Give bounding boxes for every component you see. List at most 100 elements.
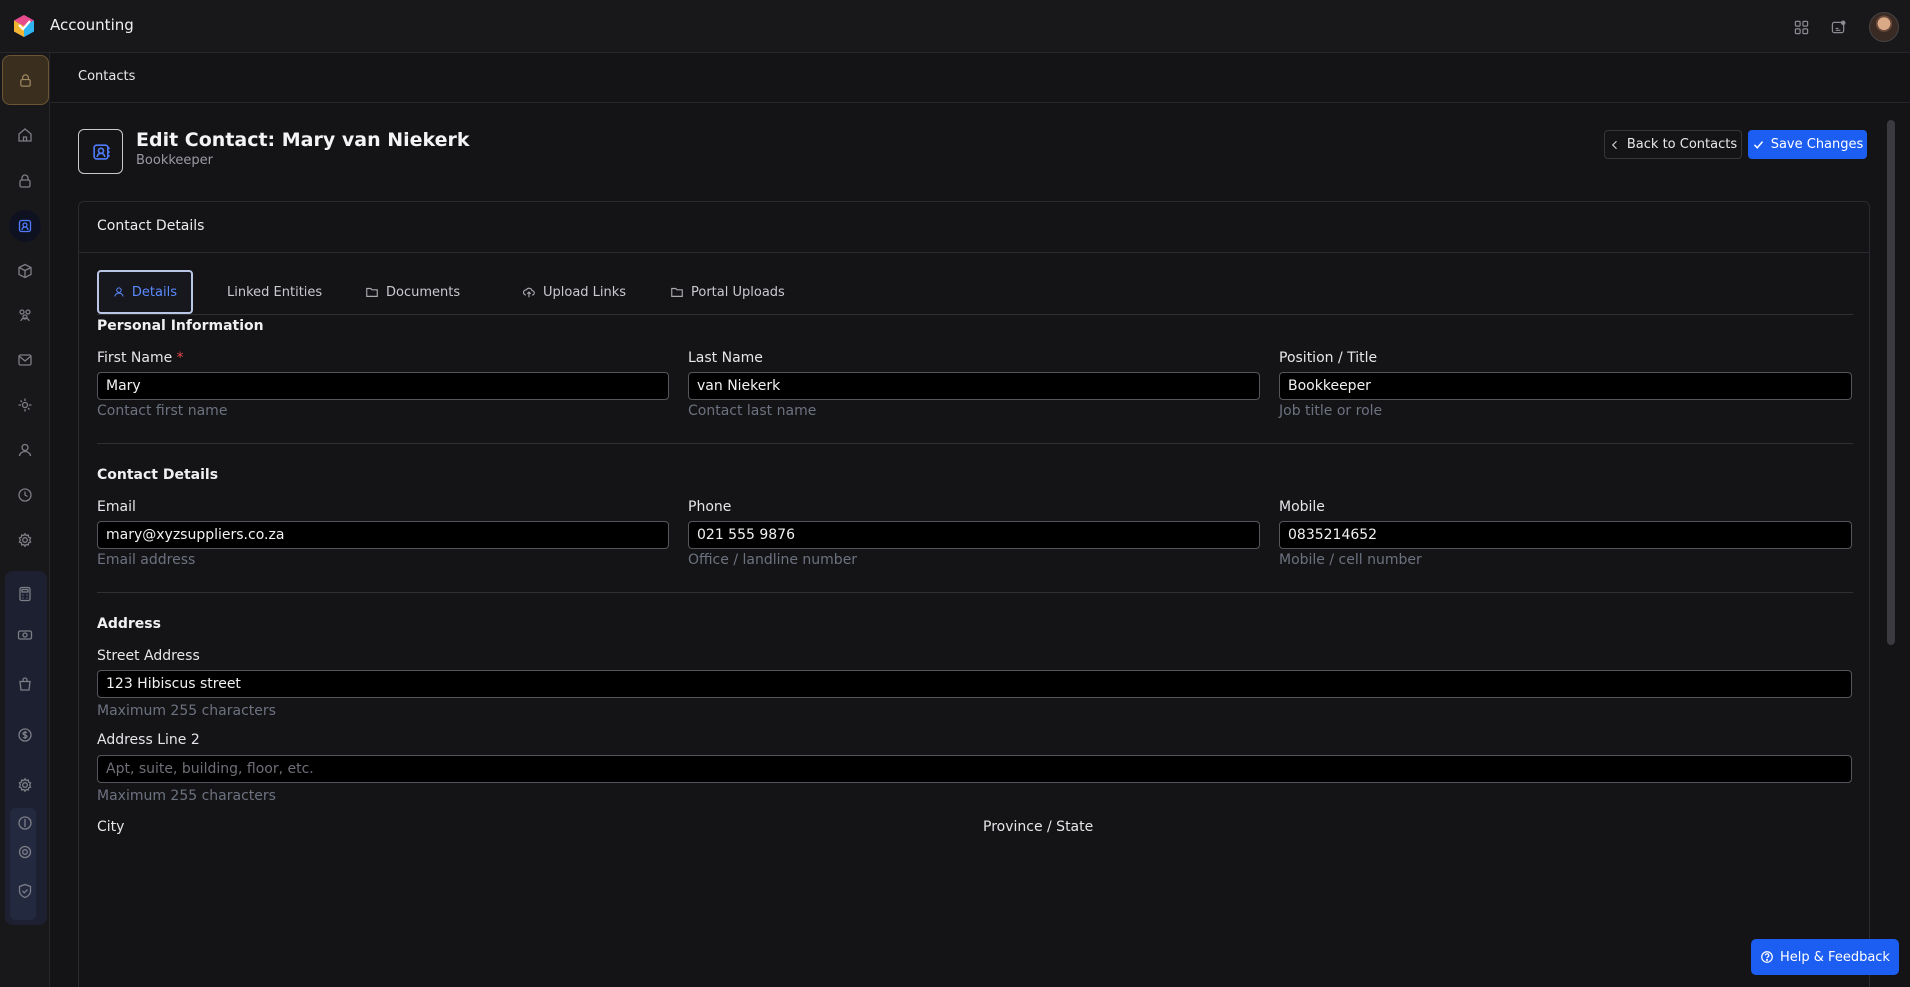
clock-icon (18, 488, 32, 502)
folder-icon (366, 287, 378, 297)
save-button-label: Save Changes (1770, 137, 1864, 152)
mobile-input[interactable]: 0835214652 (1279, 521, 1852, 549)
dollar-circle-icon (18, 728, 32, 742)
shield-check-icon (18, 883, 32, 899)
sidebar-item-sub-settings[interactable] (9, 836, 41, 868)
required-marker: * (176, 350, 184, 366)
sidebar-item-accounting-settings[interactable] (9, 769, 41, 801)
street-address-input[interactable]: 123 Hibiscus street (97, 670, 1852, 698)
help-circle-icon (1761, 951, 1773, 963)
grid-apps-icon[interactable] (1791, 17, 1811, 37)
contact-details-card: Contact Details Details Linked Entities … (78, 201, 1870, 987)
phone-hint: Office / landline number (688, 552, 858, 568)
section-contact-details: Contact Details (97, 467, 219, 483)
save-changes-button[interactable]: Save Changes (1748, 130, 1867, 159)
banknote-icon (17, 630, 33, 640)
gear-network-icon (18, 398, 32, 412)
street-address-hint: Maximum 255 characters (97, 703, 276, 719)
sidebar-item-integrations[interactable] (9, 389, 41, 421)
sidebar-item-profile[interactable] (9, 434, 41, 466)
address-line2-hint: Maximum 255 characters (97, 788, 276, 804)
tab-details-label: Details (131, 284, 177, 300)
shopping-bag-icon (19, 677, 31, 691)
user-avatar[interactable] (1869, 12, 1899, 42)
lock-icon (19, 174, 31, 188)
users-icon (19, 309, 31, 322)
back-button-label: Back to Contacts (1626, 137, 1738, 152)
sidebar-item-security[interactable] (9, 875, 41, 907)
tab-details[interactable]: Details (97, 270, 193, 314)
tab-linked-entities[interactable]: Linked Entities (227, 270, 322, 314)
first-name-hint: Contact first name (97, 403, 228, 419)
dollar-circle-icon (18, 816, 32, 830)
top-bar: Accounting (0, 0, 1910, 53)
sidebar-item-sub-finance[interactable] (9, 807, 41, 839)
mail-icon (18, 354, 32, 366)
sidebar-item-home[interactable] (9, 119, 41, 151)
phone-input[interactable]: 021 555 9876 (688, 521, 1260, 549)
user-icon (18, 443, 32, 457)
province-label: Province / State (983, 819, 1094, 835)
lock-icon (20, 73, 31, 87)
calculator-icon (19, 586, 31, 602)
tab-documents-label: Documents (386, 284, 461, 300)
position-input[interactable]: Bookkeeper (1279, 372, 1852, 400)
tab-portal-uploads[interactable]: Portal Uploads (670, 270, 785, 314)
contact-header-icon (78, 129, 123, 174)
address-line2-label: Address Line 2 (97, 732, 200, 748)
tab-linked-entities-label: Linked Entities (227, 284, 323, 300)
divider (97, 592, 1853, 593)
tab-documents[interactable]: Documents (365, 270, 460, 314)
card-header: Contact Details (79, 202, 1869, 253)
email-hint: Email address (97, 552, 196, 568)
calendar-notification-icon[interactable] (1828, 17, 1848, 37)
home-icon (18, 128, 32, 142)
first-name-input[interactable]: Mary (97, 372, 669, 400)
tab-upload-links[interactable]: Upload Links (522, 270, 626, 314)
sidebar-item-contacts[interactable] (9, 210, 41, 242)
cube-icon (18, 263, 32, 279)
email-input[interactable]: mary@xyzsuppliers.co.za (97, 521, 669, 549)
address-line2-input[interactable]: Apt, suite, building, floor, etc. (97, 755, 1852, 783)
tab-upload-links-label: Upload Links (543, 284, 627, 300)
chevron-left-icon (1611, 140, 1617, 149)
back-to-contacts-button[interactable]: Back to Contacts (1604, 130, 1742, 159)
last-name-label: Last Name (688, 350, 763, 366)
sidebar-item-finance[interactable] (9, 719, 41, 751)
last-name-hint: Contact last name (688, 403, 817, 419)
sidebar-item-shop[interactable] (9, 668, 41, 700)
sidebar-item-lock[interactable] (2, 55, 49, 105)
street-address-label: Street Address (97, 648, 200, 664)
breadcrumb: Contacts (51, 53, 1910, 103)
gear-icon (18, 777, 32, 793)
breadcrumb-contacts[interactable]: Contacts (78, 69, 135, 84)
page-scrollbar[interactable] (1887, 120, 1895, 645)
user-icon (114, 287, 124, 297)
mobile-label: Mobile (1279, 499, 1325, 515)
city-label: City (97, 819, 125, 835)
sidebar-item-packages[interactable] (9, 255, 41, 287)
app-title: Accounting (50, 16, 134, 34)
card-title: Contact Details (97, 218, 205, 234)
sidebar-item-cash[interactable] (9, 619, 41, 651)
gear-icon (18, 845, 32, 859)
phone-label: Phone (688, 499, 732, 515)
sidebar-item-mail[interactable] (9, 344, 41, 376)
sidebar-item-history[interactable] (9, 479, 41, 511)
help-feedback-label: Help & Feedback (1780, 949, 1890, 965)
page-title: Edit Contact: Mary van Niekerk (136, 129, 470, 151)
first-name-label: First Name * (97, 350, 184, 366)
sidebar-item-secure[interactable] (9, 165, 41, 197)
app-logo-icon[interactable] (12, 14, 36, 38)
contact-card-icon (18, 219, 32, 233)
sidebar-item-team[interactable] (9, 299, 41, 331)
cloud-upload-icon (522, 287, 535, 298)
last-name-input[interactable]: van Niekerk (688, 372, 1260, 400)
help-feedback-button[interactable]: Help & Feedback (1751, 939, 1899, 975)
sidebar-item-settings[interactable] (9, 524, 41, 556)
mobile-hint: Mobile / cell number (1279, 552, 1422, 568)
section-personal-information: Personal Information (97, 318, 264, 334)
sidebar-item-calculator[interactable] (9, 578, 41, 610)
tab-portal-uploads-label: Portal Uploads (691, 284, 785, 300)
check-icon (1753, 141, 1763, 149)
